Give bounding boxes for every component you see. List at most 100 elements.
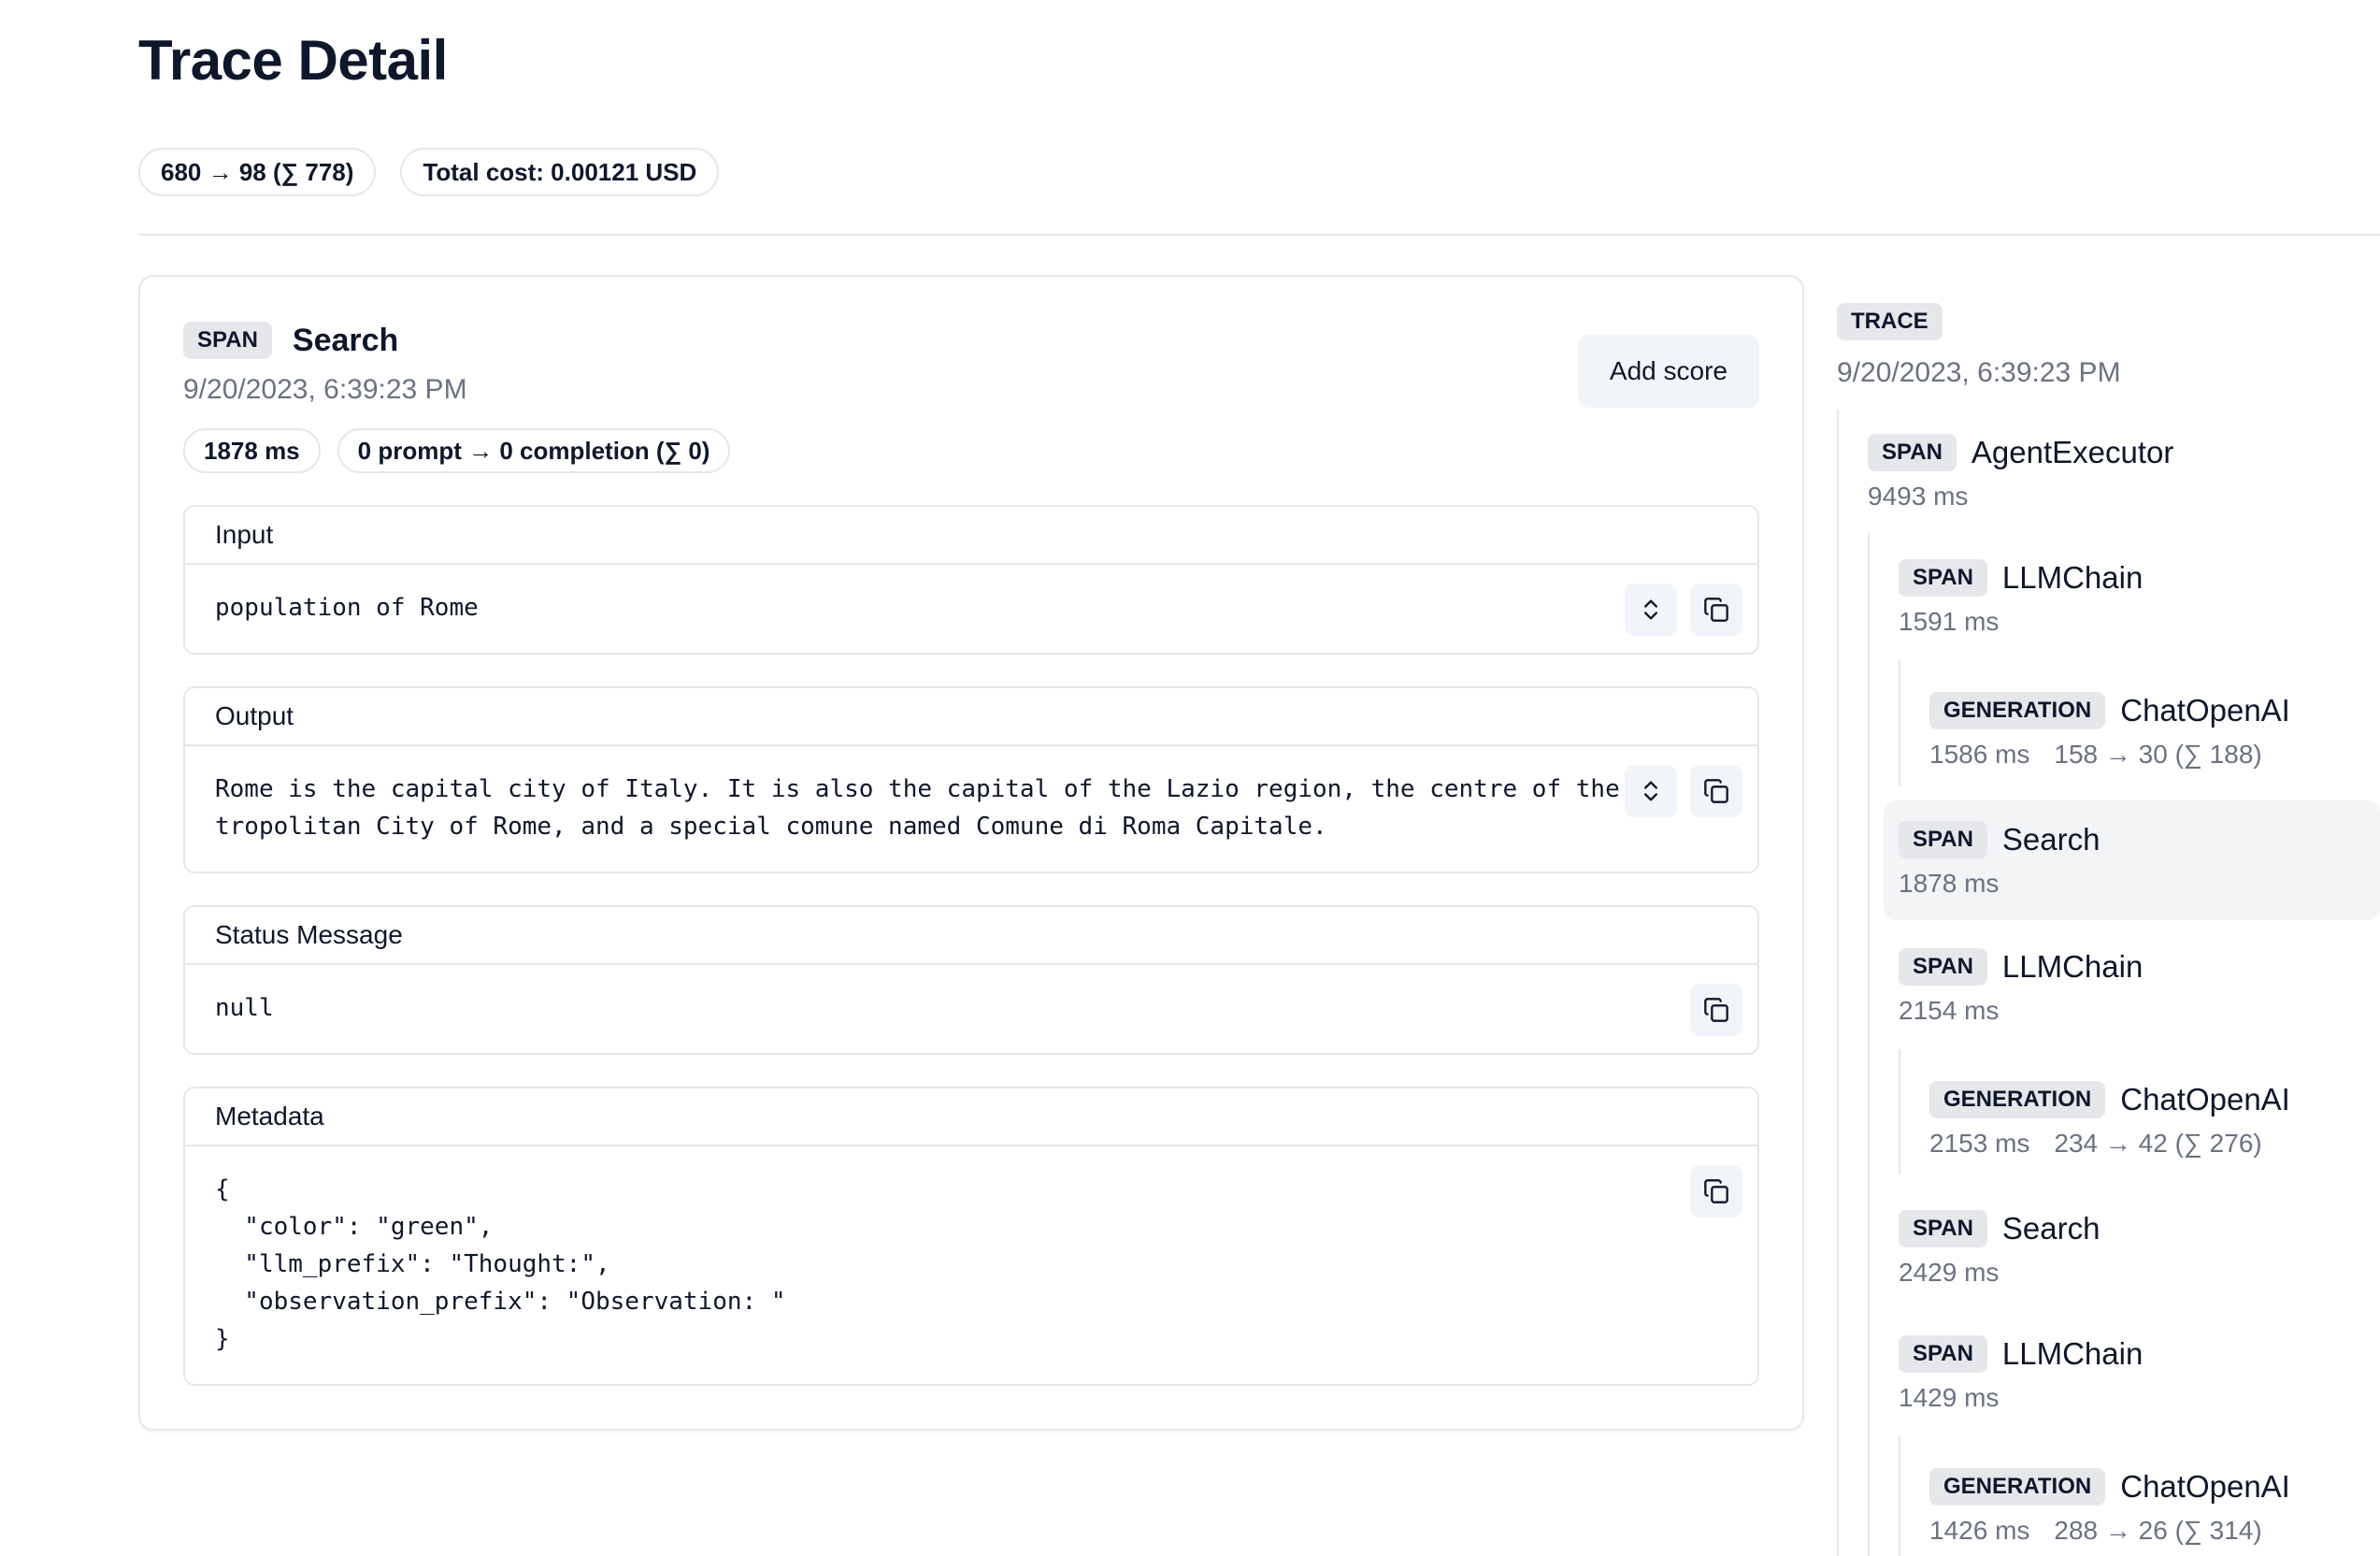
copy-icon: [1703, 1178, 1729, 1204]
tree-node-latency: 1429 ms: [1899, 1382, 2380, 1414]
metadata-body: { "color": "green", "llm_prefix": "Thoug…: [185, 1146, 1757, 1384]
generation-type-badge: GENERATION: [1929, 1081, 2105, 1118]
status-message-label: Status Message: [185, 907, 1757, 965]
generation-type-badge: GENERATION: [1929, 692, 2105, 729]
llmchain-3-children-group: GENERATION ChatOpenAI 1426 ms 288 → 26 (…: [1899, 1436, 2380, 1556]
trace-total-cost-badge: Total cost: 0.00121 USD: [400, 148, 719, 196]
tree-node-head: SPAN Search: [1899, 819, 2365, 860]
trace-token-usage-badge: 680 → 98 (∑ 778): [138, 148, 376, 196]
copy-icon: [1703, 778, 1729, 804]
latency-value: 2154 ms: [1899, 995, 1999, 1027]
token-usage-value: 288 → 26 (∑ 314): [2054, 1515, 2261, 1547]
tree-node-search-2[interactable]: SPAN Search 2429 ms: [1899, 1208, 2380, 1289]
input-section-label: Input: [185, 507, 1757, 565]
tree-node-name: ChatOpenAI: [2120, 690, 2290, 731]
token-usage-value: 234 → 42 (∑ 276): [2054, 1128, 2261, 1160]
tree-node-head: SPAN Search: [1899, 1208, 2380, 1249]
tree-node-agentexecutor[interactable]: SPAN AgentExecutor 9493 ms: [1868, 432, 2380, 512]
output-section: Output Rome is the capital city of Italy…: [183, 686, 1759, 873]
status-message-body: null: [185, 965, 1757, 1053]
tree-node-llmchain-2[interactable]: SPAN LLMChain 2154 ms: [1899, 946, 2380, 1027]
tree-node-llmchain-3[interactable]: SPAN LLMChain 1429 ms: [1899, 1333, 2380, 1414]
copy-icon: [1703, 997, 1729, 1023]
metadata-label: Metadata: [185, 1088, 1757, 1146]
metadata-copy-button[interactable]: [1690, 1165, 1742, 1217]
tree-node-latency: 2153 ms 234 → 42 (∑ 276): [1929, 1128, 2380, 1160]
output-copy-button[interactable]: [1690, 765, 1742, 817]
tree-node-chatopenai-2[interactable]: GENERATION ChatOpenAI 2153 ms 234 → 42 (…: [1929, 1079, 2380, 1160]
status-message-section: Status Message null: [183, 905, 1759, 1055]
llmchain-1-children-group: GENERATION ChatOpenAI 1586 ms 158 → 30 (…: [1899, 660, 2380, 785]
latency-value: 9493 ms: [1868, 481, 1968, 512]
trace-tree-sidebar: TRACE 9/20/2023, 6:39:23 PM SPAN AgentEx…: [1837, 275, 2380, 1556]
tree-node-head: SPAN LLMChain: [1899, 946, 2380, 987]
tree-node-name: LLMChain: [2002, 557, 2143, 598]
span-type-badge: SPAN: [1899, 1210, 1987, 1247]
metadata-value: { "color": "green", "llm_prefix": "Thoug…: [215, 1171, 1728, 1358]
chevrons-up-down-icon: [1638, 778, 1664, 804]
llmchain-2-children-group: GENERATION ChatOpenAI 2153 ms 234 → 42 (…: [1899, 1049, 2380, 1174]
span-card-header-left: SPAN Search 9/20/2023, 6:39:23 PM 1878 m…: [183, 320, 730, 473]
latency-value: 1878 ms: [1899, 868, 1999, 900]
trace-tree: SPAN AgentExecutor 9493 ms SPAN LLMChain: [1837, 410, 2380, 1556]
latency-value: 1586 ms: [1929, 739, 2029, 771]
tree-node-latency: 2429 ms: [1899, 1257, 2380, 1289]
latency-value: 2429 ms: [1899, 1257, 1999, 1289]
tree-node-name: ChatOpenAI: [2120, 1079, 2290, 1120]
tree-node-name: AgentExecutor: [1971, 432, 2173, 473]
span-latency-badge: 1878 ms: [183, 428, 321, 473]
output-section-body: Rome is the capital city of Italy. It is…: [185, 746, 1757, 872]
input-section-body: population of Rome: [185, 565, 1757, 653]
tree-node-head: GENERATION ChatOpenAI: [1929, 1079, 2380, 1120]
tree-node-name: ChatOpenAI: [2120, 1466, 2290, 1507]
tree-node-head: SPAN LLMChain: [1899, 557, 2380, 598]
tree-node-chatopenai-3[interactable]: GENERATION ChatOpenAI 1426 ms 288 → 26 (…: [1929, 1466, 2380, 1547]
metadata-section: Metadata { "color": "green", "llm_prefix…: [183, 1087, 1759, 1386]
page-title: Trace Detail: [138, 26, 2380, 95]
add-score-button[interactable]: Add score: [1578, 335, 1759, 408]
span-type-badge: SPAN: [183, 322, 272, 359]
chevrons-up-down-icon: [1638, 597, 1664, 623]
header-divider: [138, 234, 2380, 236]
trace-summary-badges: 680 → 98 (∑ 778) Total cost: 0.00121 USD: [138, 148, 2380, 196]
tree-node-head: GENERATION ChatOpenAI: [1929, 1466, 2380, 1507]
status-copy-button[interactable]: [1690, 984, 1742, 1036]
span-type-badge: SPAN: [1899, 821, 1987, 858]
tree-node-latency: 1426 ms 288 → 26 (∑ 314): [1929, 1515, 2380, 1547]
latency-value: 1591 ms: [1899, 606, 1999, 638]
input-value: population of Rome: [215, 589, 1728, 627]
span-metric-badges: 1878 ms 0 prompt → 0 completion (∑ 0): [183, 428, 730, 473]
copy-icon: [1703, 597, 1729, 623]
span-title: Search: [293, 320, 398, 361]
output-value: Rome is the capital city of Italy. It is…: [215, 771, 1670, 845]
page-header: Trace Detail 680 → 98 (∑ 778) Total cost…: [0, 0, 2380, 196]
input-expand-button[interactable]: [1625, 584, 1677, 636]
span-title-row: SPAN Search: [183, 320, 730, 361]
span-detail-card: SPAN Search 9/20/2023, 6:39:23 PM 1878 m…: [138, 275, 1804, 1431]
output-expand-button[interactable]: [1625, 765, 1677, 817]
input-copy-button[interactable]: [1690, 584, 1742, 636]
status-message-actions: [1690, 984, 1742, 1036]
tree-node-name: LLMChain: [2002, 946, 2143, 987]
tree-node-head: SPAN LLMChain: [1899, 1333, 2380, 1375]
tree-node-search-1-selected[interactable]: SPAN Search 1878 ms: [1884, 800, 2380, 920]
span-token-usage-badge: 0 prompt → 0 completion (∑ 0): [337, 428, 731, 473]
span-timestamp: 9/20/2023, 6:39:23 PM: [183, 372, 730, 408]
content: SPAN Search 9/20/2023, 6:39:23 PM 1878 m…: [0, 275, 2380, 1556]
tree-node-llmchain-1[interactable]: SPAN LLMChain 1591 ms: [1899, 557, 2380, 638]
span-type-badge: SPAN: [1899, 948, 1987, 986]
generation-type-badge: GENERATION: [1929, 1468, 2105, 1506]
tree-node-head: SPAN AgentExecutor: [1868, 432, 2380, 473]
tree-node-name: LLMChain: [2002, 1333, 2143, 1375]
token-usage-value: 158 → 30 (∑ 188): [2054, 739, 2261, 771]
span-type-badge: SPAN: [1868, 434, 1957, 471]
tree-node-latency: 1586 ms 158 → 30 (∑ 188): [1929, 739, 2380, 771]
input-section: Input population of Rome: [183, 505, 1759, 655]
input-actions: [1625, 584, 1742, 636]
tree-node-chatopenai-1[interactable]: GENERATION ChatOpenAI 1586 ms 158 → 30 (…: [1929, 690, 2380, 771]
latency-value: 1429 ms: [1899, 1382, 1999, 1414]
span-type-badge: SPAN: [1899, 559, 1987, 597]
tree-node-latency: 1591 ms: [1899, 606, 2380, 638]
output-section-label: Output: [185, 688, 1757, 746]
trace-timestamp: 9/20/2023, 6:39:23 PM: [1837, 355, 2380, 391]
